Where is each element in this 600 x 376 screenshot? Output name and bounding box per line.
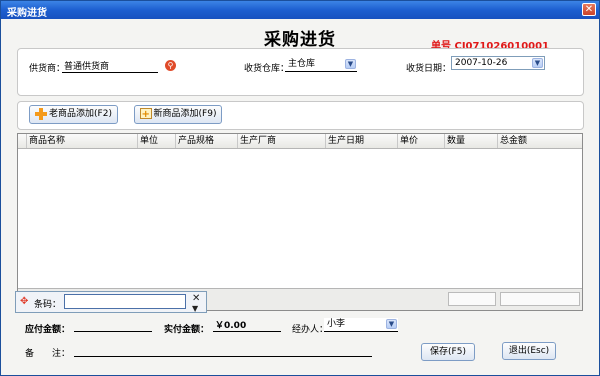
- arrow-down-icon[interactable]: ▼: [192, 304, 198, 313]
- purchase-window: 采购进货 ✕ 采购进货 单号 CJ071026010001 供货商： 普通供货商…: [0, 0, 600, 376]
- handler-label: 经办人：: [292, 325, 329, 335]
- column-header[interactable]: 产品规格: [176, 134, 238, 148]
- new-goods-add-button[interactable]: 新商品添加(F9): [134, 105, 222, 124]
- column-header[interactable]: 生产日期: [326, 134, 398, 148]
- close-icon: ✕: [584, 4, 594, 15]
- column-header[interactable]: 数量: [445, 134, 498, 148]
- goods-table[interactable]: 商品名称 单位 产品规格 生产厂商 生产日期 单价 数量 总金额: [17, 133, 583, 311]
- handler-select[interactable]: 小李 ▼: [324, 318, 398, 332]
- date-value: 2007-10-26: [455, 58, 508, 68]
- save-label: 保存(F5): [430, 347, 466, 357]
- supplier-label: 供货商：: [29, 64, 66, 74]
- exit-button[interactable]: 退出(Esc): [502, 342, 556, 360]
- column-header[interactable]: 单价: [398, 134, 445, 148]
- window-title: 采购进货: [7, 8, 47, 19]
- date-label: 收货日期：: [406, 64, 452, 74]
- clear-icon[interactable]: ✕: [192, 293, 200, 304]
- warehouse-select[interactable]: 主仓库 ▼: [285, 58, 357, 72]
- column-header[interactable]: 商品名称: [27, 134, 138, 148]
- row-selector-header: [18, 134, 27, 148]
- amount-total: [500, 292, 580, 306]
- column-header[interactable]: 单位: [138, 134, 176, 148]
- payable-field[interactable]: [74, 319, 152, 332]
- add-icon: [35, 107, 48, 120]
- warehouse-value: 主仓库: [288, 59, 316, 69]
- column-header[interactable]: 总金额: [498, 134, 582, 148]
- quantity-total: [448, 292, 496, 306]
- dropdown-icon[interactable]: ▼: [345, 59, 356, 69]
- date-picker[interactable]: 2007-10-26 ▼: [451, 56, 545, 70]
- dropdown-icon[interactable]: ▼: [386, 319, 397, 329]
- barcode-bar: ✥ 条码： ✕ ▼: [15, 291, 207, 313]
- barcode-label: 条码：: [34, 300, 62, 310]
- new-goods-add-label: 新商品添加(F9): [153, 109, 217, 119]
- warehouse-label: 收货仓库：: [244, 64, 290, 74]
- close-button[interactable]: ✕: [582, 3, 596, 16]
- new-item-icon: [139, 106, 152, 123]
- move-icon[interactable]: ✥: [20, 297, 28, 307]
- paid-label: 实付金额：: [164, 325, 210, 335]
- dropdown-icon[interactable]: ▼: [532, 58, 543, 68]
- old-goods-add-label: 老商品添加(F2): [49, 109, 112, 119]
- exit-label: 退出(Esc): [508, 346, 550, 356]
- lookup-icon[interactable]: ⚲: [165, 60, 176, 71]
- supplier-field[interactable]: 普通供货商: [62, 59, 158, 73]
- barcode-input[interactable]: [64, 294, 186, 309]
- old-goods-add-button[interactable]: 老商品添加(F2): [29, 105, 118, 124]
- save-button[interactable]: 保存(F5): [421, 343, 475, 361]
- title-bar[interactable]: 采购进货 ✕: [1, 1, 599, 19]
- remark-label: 备 注：: [25, 349, 71, 359]
- handler-value: 小李: [327, 319, 346, 329]
- column-header[interactable]: 生产厂商: [238, 134, 326, 148]
- remark-field[interactable]: [74, 343, 372, 357]
- table-header: 商品名称 单位 产品规格 生产厂商 生产日期 单价 数量 总金额: [18, 134, 582, 149]
- payable-label: 应付金额：: [25, 325, 71, 335]
- paid-field[interactable]: ￥0.00: [213, 318, 281, 332]
